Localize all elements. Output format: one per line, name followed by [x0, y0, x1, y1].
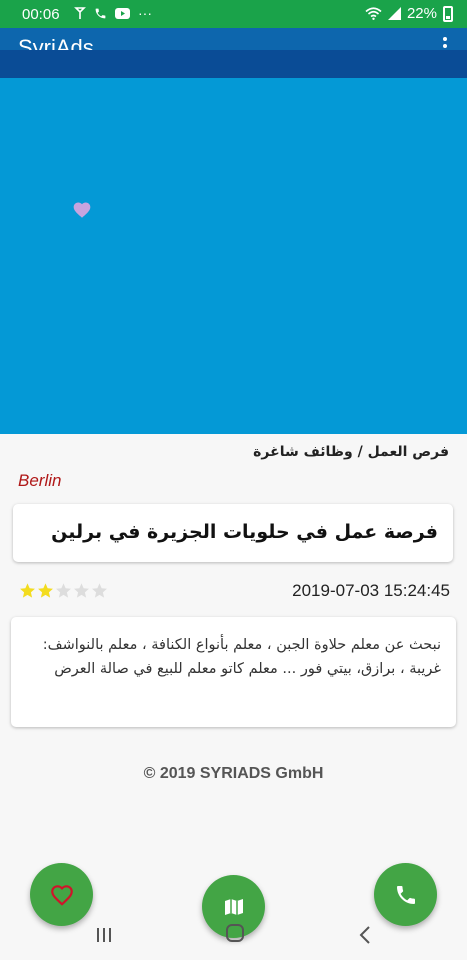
notification-icon: [74, 7, 86, 19]
ad-description-card: نبحث عن معلم حلاوة الجبن ، معلم بأنواع ا…: [11, 617, 456, 727]
status-time: 00:06: [22, 6, 60, 23]
battery-percent: 22%: [406, 5, 437, 22]
app-title: SyriAds: [18, 35, 94, 50]
status-notification-icons: ···: [74, 5, 152, 21]
recents-icon[interactable]: [95, 926, 113, 944]
home-icon[interactable]: [226, 924, 244, 942]
app-bar-shadow-band: [0, 50, 467, 78]
call-status-icon: [95, 8, 106, 18]
star-icon: [74, 583, 89, 598]
heart-outline-icon: [50, 884, 73, 906]
star-icon: [20, 583, 35, 598]
ad-title: فرصة عمل في حلويات الجزيرة في برلين: [51, 521, 438, 543]
status-system-icons: 22%: [365, 5, 453, 22]
more-notifications-icon: ···: [138, 5, 152, 21]
breadcrumb-separator: /: [357, 444, 363, 460]
wifi-icon: [365, 7, 382, 20]
star-icon: [92, 583, 107, 598]
youtube-icon: [115, 7, 130, 19]
rating-stars: [19, 582, 108, 599]
phone-icon: [396, 885, 415, 904]
status-bar: 00:06 ··· 22%: [0, 0, 467, 28]
breadcrumb-parent[interactable]: فرص العمل: [368, 444, 449, 460]
ad-description: نبحث عن معلم حلاوة الجبن ، معلم بأنواع ا…: [42, 637, 441, 677]
ad-date: 2019-07-03 15:24:45: [292, 581, 450, 600]
ad-image[interactable]: [0, 78, 467, 434]
signal-icon: [387, 7, 401, 20]
back-icon[interactable]: [358, 925, 372, 945]
app-bar: SyriAds: [0, 28, 467, 50]
overflow-menu-icon[interactable]: [443, 37, 447, 50]
battery-icon: [443, 5, 453, 22]
system-nav-bar: [0, 912, 467, 960]
breadcrumb-child[interactable]: وظائف شاغرة: [253, 444, 353, 460]
ad-title-card: فرصة عمل في حلويات الجزيرة في برلين: [13, 504, 453, 562]
breadcrumb: فرص العمل / وظائف شاغرة: [253, 444, 449, 460]
heart-icon[interactable]: [72, 200, 92, 220]
star-icon: [56, 583, 71, 598]
star-icon: [38, 583, 53, 598]
copyright: © 2019 SYRIADS GmbH: [143, 765, 324, 782]
ad-city: Berlin: [18, 471, 62, 490]
